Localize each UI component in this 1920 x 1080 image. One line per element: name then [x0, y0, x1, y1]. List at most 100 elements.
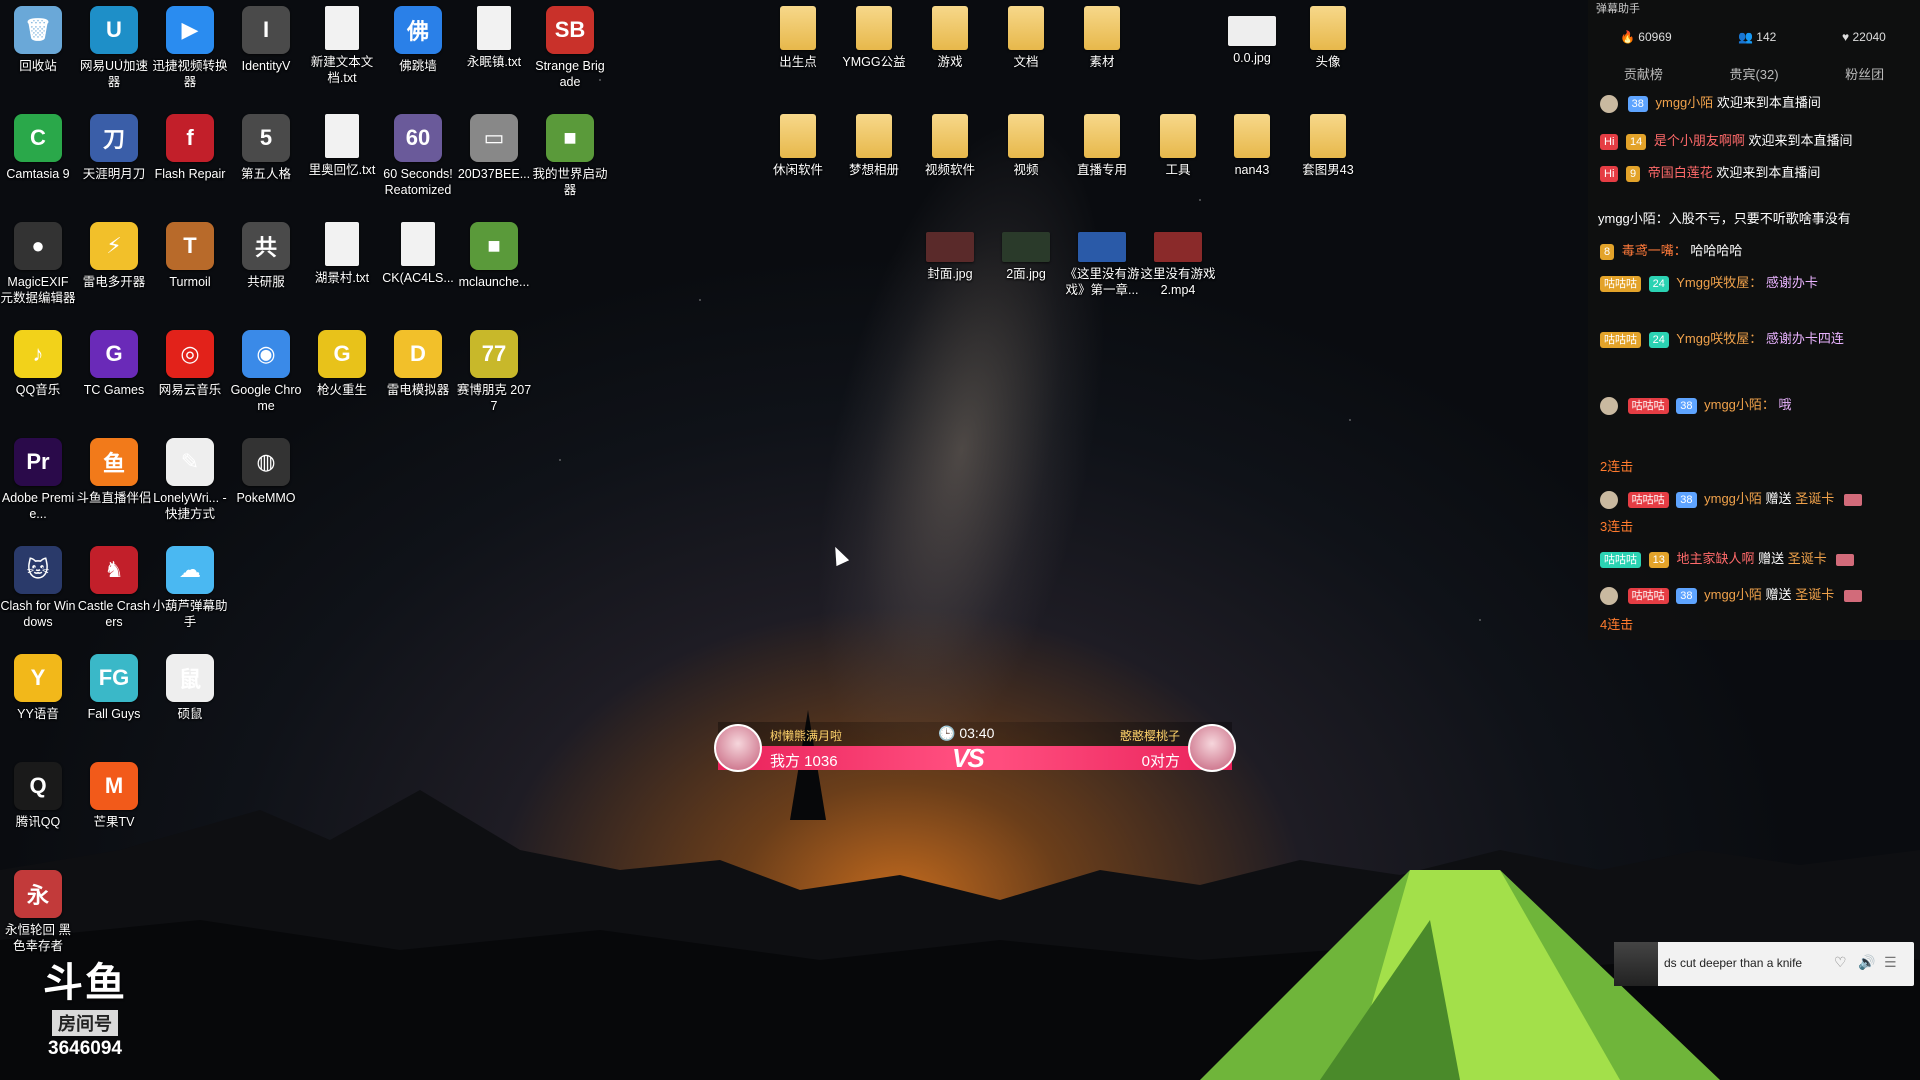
username[interactable]: 地主家缺人啊	[1677, 551, 1755, 566]
fan-badge: 咕咕咕	[1627, 491, 1669, 508]
username[interactable]: Ymgg咲牧屋：	[1676, 275, 1762, 290]
desktop-icon[interactable]: 佛佛跳墙	[380, 6, 456, 106]
desktop-icon[interactable]: C Camtasia 9	[0, 114, 76, 214]
app-icon: ✎	[166, 438, 214, 486]
username[interactable]: ymgg小陌	[1704, 587, 1762, 602]
desktop-icon[interactable]: Y YY语音	[0, 654, 76, 754]
icon-label: 0.0.jpg	[1233, 51, 1271, 65]
desktop-icon[interactable]: T Turmoil	[152, 222, 228, 322]
desktop-icon[interactable]: I IdentityV	[228, 6, 304, 106]
desktop-icon[interactable]: ◍ PokeMMO	[228, 438, 304, 538]
folder-icon[interactable]: 头像	[1290, 6, 1366, 106]
desktop-icon[interactable]: 湖景村.txt	[304, 222, 380, 322]
desktop-icon[interactable]: 里奥回忆.txt	[304, 114, 380, 214]
folder-glyph-icon	[856, 114, 892, 158]
username[interactable]: Ymgg咲牧屋：	[1676, 331, 1762, 346]
desktop-icon[interactable]: ✎ LonelyWri... - 快捷方式	[152, 438, 228, 538]
desktop-icon[interactable]: ● MagicEXIF 元数据编辑器	[0, 222, 76, 322]
desktop-icon[interactable]: ◉ Google Chrome	[228, 330, 304, 430]
desktop-icon[interactable]: G 枪火重生	[304, 330, 380, 430]
file-icon[interactable]: 封面.jpg	[912, 222, 988, 322]
tab-vip[interactable]: 贵宾(32)	[1699, 64, 1810, 84]
desktop-icon[interactable]: 5 第五人格	[228, 114, 304, 214]
fire-icon: 🔥	[1620, 30, 1635, 44]
file-icon[interactable]: 0.0.jpg	[1214, 6, 1290, 106]
desktop-icon[interactable]: G TC Games	[76, 330, 152, 430]
username[interactable]: 帝国白莲花	[1648, 165, 1713, 180]
desktop-icon[interactable]: Pr Adobe Premie...	[0, 438, 76, 538]
desktop-icon[interactable]: 新建文本文档.txt	[304, 6, 380, 106]
album-cover[interactable]	[1614, 942, 1658, 986]
desktop-icon[interactable]: ▶ 迅捷视频转换器	[152, 6, 228, 106]
left-avatar[interactable]	[714, 724, 762, 772]
app-icon: 鱼	[90, 438, 138, 486]
icon-label: CK(AC4LS...	[382, 271, 454, 285]
heart-icon[interactable]: ♡	[1834, 954, 1847, 971]
folder-icon[interactable]: YMGG公益	[836, 6, 912, 106]
music-mini-player[interactable]: ds cut deeper than a knife ♡ 🔊 ☰	[1614, 942, 1914, 986]
file-icon[interactable]: 《这里没有游戏》第一章...	[1064, 222, 1140, 322]
desktop-icon[interactable]: ♞ Castle Crashers	[76, 546, 152, 646]
desktop-icon[interactable]: 鼠硕鼠	[152, 654, 228, 754]
desktop-icon[interactable]: f Flash Repair	[152, 114, 228, 214]
folder-icon[interactable]: 视频	[988, 114, 1064, 214]
desktop-icon[interactable]: ■ 我的世界启动器	[532, 114, 608, 214]
tab-contribution[interactable]: 贡献榜	[1588, 64, 1699, 84]
folder-icon[interactable]: 工具	[1140, 114, 1216, 214]
folder-icon[interactable]: nan43	[1214, 114, 1290, 214]
username[interactable]: ymgg小陌	[1656, 95, 1714, 110]
app-icon: 🐱	[14, 546, 62, 594]
folder-glyph-icon	[932, 6, 968, 50]
folder-icon[interactable]: 休闲软件	[760, 114, 836, 214]
desktop-icon[interactable]: FG Fall Guys	[76, 654, 152, 754]
desktop-icon[interactable]: M 芒果TV	[76, 762, 152, 862]
folder-icon[interactable]: 素材	[1064, 6, 1140, 106]
desktop-icon[interactable]: 🗑 回收站	[0, 6, 76, 106]
welcome-message: 38 ymgg小陌 欢迎来到本直播间	[1600, 92, 1821, 113]
desktop-icon[interactable]: U 网易UU加速器	[76, 6, 152, 106]
desktop-icon[interactable]: 🐱 Clash for Windows	[0, 546, 76, 646]
icon-label: Turmoil	[169, 275, 211, 289]
desktop-icon[interactable]: D 雷电模拟器	[380, 330, 456, 430]
desktop-icon[interactable]: Q 腾讯QQ	[0, 762, 76, 862]
desktop-icon[interactable]: 刀天涯明月刀	[76, 114, 152, 214]
folder-icon[interactable]: 套图男43	[1290, 114, 1366, 214]
right-avatar[interactable]	[1188, 724, 1236, 772]
mouse-cursor	[828, 543, 850, 567]
desktop-icon[interactable]: ▭ 20D37BEE...	[456, 114, 532, 214]
desktop-icon[interactable]: SB Strange Brigade	[532, 6, 608, 106]
file-icon[interactable]: 2面.jpg	[988, 222, 1064, 322]
folder-icon[interactable]: 视频软件	[912, 114, 988, 214]
desktop-icon[interactable]: CK(AC4LS...	[380, 222, 456, 322]
folder-glyph-icon	[1310, 114, 1346, 158]
folder-icon[interactable]: 直播专用	[1064, 114, 1140, 214]
app-icon: ☁	[166, 546, 214, 594]
desktop-icon[interactable]: 60 60 Seconds! Reatomized	[380, 114, 456, 214]
desktop-icon[interactable]: 永眠镇.txt	[456, 6, 532, 106]
folder-icon[interactable]: 梦想相册	[836, 114, 912, 214]
desktop-icon[interactable]: ⚡ 雷电多开器	[76, 222, 152, 322]
username[interactable]: ymgg小陌：	[1704, 397, 1775, 412]
noble-crest-icon	[1600, 490, 1618, 509]
desktop-icon[interactable]: ◎ 网易云音乐	[152, 330, 228, 430]
tab-fans[interactable]: 粉丝团	[1809, 64, 1920, 84]
folder-icon[interactable]: 游戏	[912, 6, 988, 106]
username[interactable]: 是个小朋友啊啊	[1654, 133, 1745, 148]
gift-action: 赠送	[1758, 551, 1785, 566]
desktop-icon[interactable]: 鱼斗鱼直播伴侣	[76, 438, 152, 538]
folder-icon[interactable]: 文档	[988, 6, 1064, 106]
desktop-icon[interactable]: ☁ 小葫芦弹幕助手	[152, 546, 228, 646]
folder-icon[interactable]: 出生点	[760, 6, 836, 106]
playlist-icon[interactable]: ☰	[1884, 954, 1897, 971]
desktop-icon[interactable]: ■ mclaunche...	[456, 222, 532, 322]
desktop-icon[interactable]: 共共研服	[228, 222, 304, 322]
desktop-icon[interactable]: ♪ QQ音乐	[0, 330, 76, 430]
volume-icon[interactable]: 🔊	[1858, 954, 1875, 971]
desktop-icon[interactable]: 77 赛博朋克 2077	[456, 330, 532, 430]
username[interactable]: ymgg小陌	[1704, 491, 1762, 506]
username[interactable]: 毒鸢一嘴：	[1622, 243, 1687, 258]
file-icon[interactable]: 这里没有游戏2.mp4	[1140, 222, 1216, 322]
folder-glyph-icon	[1084, 6, 1120, 50]
song-title: ds cut deeper than a knife	[1664, 956, 1803, 970]
message-text: 感谢办卡四连	[1765, 331, 1844, 346]
